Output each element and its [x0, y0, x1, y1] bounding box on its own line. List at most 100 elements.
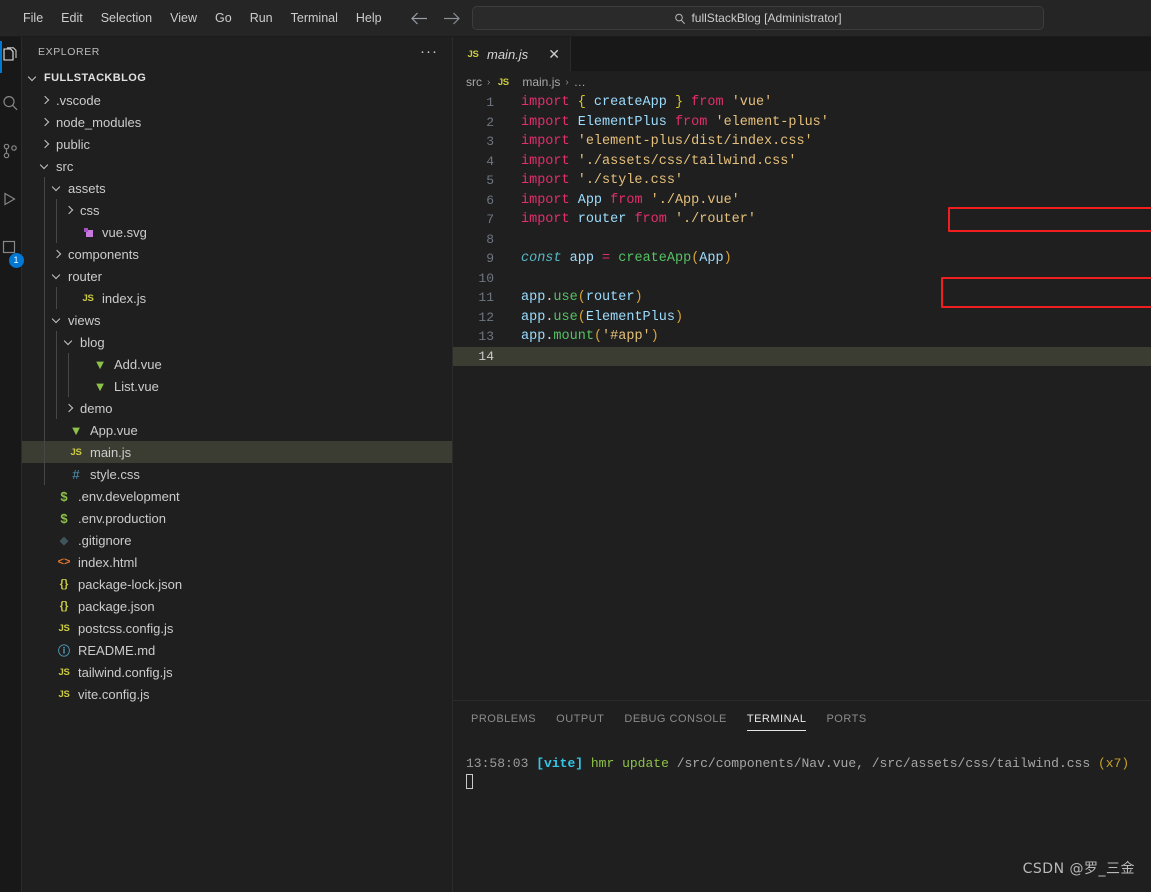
code-line[interactable]: 7 import router from './router' [453, 210, 1151, 230]
tree-file--env-production[interactable]: $ .env.production [22, 507, 452, 529]
breadcrumb-item-src[interactable]: src [466, 75, 482, 89]
tree-file-list-vue[interactable]: ▼ List.vue [22, 375, 452, 397]
chevron-down-icon[interactable] [52, 315, 63, 326]
tree-file-vite-config-js[interactable]: JS vite.config.js [22, 683, 452, 705]
menu-item-help[interactable]: Help [347, 7, 391, 29]
tree-root-folder[interactable]: FULLSTACKBLOG [22, 67, 452, 89]
code-editor[interactable]: 1 import { createApp } from 'vue' 2 import … [453, 93, 1151, 700]
tree-file--gitignore[interactable]: ◆ .gitignore [22, 529, 452, 551]
code-line[interactable]: 14 [453, 346, 1151, 366]
panel-tab-problems[interactable]: PROBLEMS [471, 701, 536, 736]
panel-tab-ports[interactable]: PORTS [826, 701, 866, 736]
tree-file--env-development[interactable]: $ .env.development [22, 485, 452, 507]
tree-file-package-json[interactable]: {} package.json [22, 595, 452, 617]
tree-folder-assets[interactable]: assets [22, 177, 452, 199]
chevron-right-icon[interactable] [40, 117, 51, 128]
code-line[interactable]: 4 import './assets/css/tailwind.css' [453, 152, 1151, 172]
code-line[interactable]: 11 app.use(router) [453, 288, 1151, 308]
activity-item-run-and-debug[interactable] [0, 188, 22, 214]
code-line[interactable]: 3 import 'element-plus/dist/index.css' [453, 132, 1151, 152]
menu-item-file[interactable]: File [14, 7, 52, 29]
code-line[interactable]: 9 const app = createApp(App) [453, 249, 1151, 269]
tree-folder-public[interactable]: public [22, 133, 452, 155]
tree-folder-src[interactable]: src [22, 155, 452, 177]
menu-item-run[interactable]: Run [241, 7, 282, 29]
code-line-text: import router from './router' [494, 212, 756, 227]
menu-item-edit[interactable]: Edit [52, 7, 92, 29]
breadcrumb-item-main-js[interactable]: main.js [522, 75, 560, 89]
activity-bar: 1 [0, 37, 24, 892]
code-line-text: app.use(ElementPlus) [494, 310, 683, 325]
tree-file-vue-svg[interactable]: vue.svg [22, 221, 452, 243]
tree-file-tailwind-config-js[interactable]: JS tailwind.config.js [22, 661, 452, 683]
chevron-right-icon[interactable] [52, 249, 63, 260]
tab-main-js[interactable]: JS main.js ✕ [453, 37, 571, 71]
menu-item-view[interactable]: View [161, 7, 206, 29]
menu-item-go[interactable]: Go [206, 7, 241, 29]
chevron-down-icon[interactable] [40, 161, 51, 172]
tree-file-index-html[interactable]: <> index.html [22, 551, 452, 573]
tree-folder-css[interactable]: css [22, 199, 452, 221]
tree-folder-components[interactable]: components [22, 243, 452, 265]
code-line[interactable]: 6 import App from './App.vue' [453, 191, 1151, 211]
tree-file-style-css[interactable]: # style.css [22, 463, 452, 485]
html-file-icon: <> [57, 556, 71, 568]
code-line[interactable]: 13 app.mount('#app') [453, 327, 1151, 347]
chevron-down-icon[interactable] [52, 271, 63, 282]
tree-file-package-lock-json[interactable]: {} package-lock.json [22, 573, 452, 595]
indent-guide [44, 177, 45, 199]
code-line[interactable]: 8 [453, 230, 1151, 250]
chevron-right-icon[interactable] [40, 139, 51, 150]
activity-item-explorer[interactable] [0, 41, 22, 73]
chevron-down-icon[interactable] [52, 183, 63, 194]
activity-item-extensions[interactable]: 1 [0, 236, 24, 268]
tree-file-readme-md[interactable]: ⓘ README.md [22, 639, 452, 661]
chevron-right-icon[interactable] [64, 205, 75, 216]
terminal-tag: [vite] [536, 756, 584, 771]
code-line[interactable]: 12 app.use(ElementPlus) [453, 308, 1151, 328]
code-line[interactable]: 2 import ElementPlus from 'element-plus' [453, 113, 1151, 133]
explorer-more-actions-icon[interactable]: ··· [420, 44, 438, 59]
tree-folder-blog[interactable]: blog [22, 331, 452, 353]
tree-item-label: App.vue [90, 422, 138, 438]
code-line[interactable]: 10 [453, 269, 1151, 289]
tree-file-app-vue[interactable]: ▼ App.vue [22, 419, 452, 441]
panel-tab-output[interactable]: OUTPUT [556, 701, 604, 736]
chevron-down-icon[interactable] [64, 337, 75, 348]
panel-tab-terminal[interactable]: TERMINAL [746, 701, 807, 736]
indent-guide [56, 287, 57, 309]
code-token: app [521, 329, 546, 345]
menu-item-selection[interactable]: Selection [92, 7, 161, 29]
indent-guide [44, 463, 45, 485]
vue-file-icon: ▼ [69, 422, 83, 438]
code-token: 'element-plus/dist/index.css' [577, 134, 813, 150]
tree-folder-node-modules[interactable]: node_modules [22, 111, 452, 133]
chevron-down-icon[interactable] [28, 73, 39, 84]
js-file-icon: JS [497, 76, 509, 88]
code-token: ElementPlus [577, 114, 667, 130]
tree-item-label: main.js [90, 444, 132, 460]
activity-item-source-control[interactable] [0, 140, 22, 166]
tree-file-postcss-config-js[interactable]: JS postcss.config.js [22, 617, 452, 639]
tree-folder-demo[interactable]: demo [22, 397, 452, 419]
close-icon[interactable]: ✕ [548, 47, 560, 61]
quick-access-bar[interactable]: fullStackBlog [Administrator] [472, 6, 1044, 30]
tree-folder-router[interactable]: router [22, 265, 452, 287]
chevron-right-icon[interactable] [64, 403, 75, 414]
breadcrumb-item-symbols[interactable]: … [574, 75, 586, 89]
terminal-count: (x7) [1097, 756, 1130, 771]
code-line[interactable]: 1 import { createApp } from 'vue' [453, 93, 1151, 113]
arrow-right-icon[interactable] [443, 9, 461, 27]
menu-item-terminal[interactable]: Terminal [282, 7, 347, 29]
arrow-left-icon[interactable] [411, 9, 429, 27]
tree-folder--vscode[interactable]: .vscode [22, 89, 452, 111]
code-line[interactable]: 5 import './style.css' [453, 171, 1151, 191]
tree-file-add-vue[interactable]: ▼ Add.vue [22, 353, 452, 375]
tree-folder-views[interactable]: views [22, 309, 452, 331]
chevron-right-icon[interactable] [40, 95, 51, 106]
tree-file-index-js[interactable]: JS index.js [22, 287, 452, 309]
panel-tab-debug-console[interactable]: DEBUG CONSOLE [624, 701, 726, 736]
tree-file-main-js[interactable]: JS main.js [22, 441, 452, 463]
activity-item-search[interactable] [0, 92, 22, 118]
